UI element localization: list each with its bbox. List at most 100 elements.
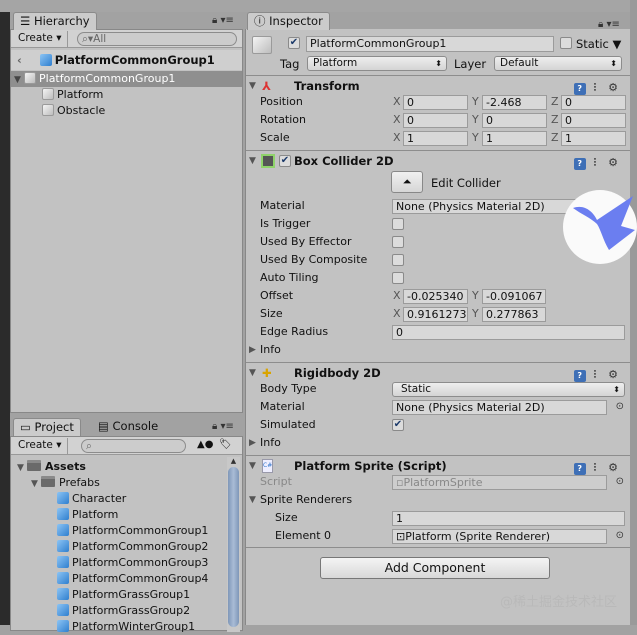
- checkbox[interactable]: [392, 236, 404, 248]
- scrollbar[interactable]: ▲: [227, 457, 240, 632]
- tree-item-prefabs[interactable]: ▼ Prefabs: [11, 475, 242, 491]
- gameobject-icon: [24, 72, 36, 84]
- y-input[interactable]: 1: [482, 131, 547, 146]
- edit-collider-icon: ⏶: [402, 175, 412, 188]
- asset-item[interactable]: Character: [11, 491, 242, 507]
- object-name-input[interactable]: PlatformCommonGroup1: [306, 36, 554, 52]
- script-row: Script ▫PlatformSprite ⊙: [260, 473, 624, 491]
- script-header[interactable]: ▼ C# Platform Sprite (Script) ? ⫶ ⚙: [246, 455, 630, 475]
- component-enabled-checkbox[interactable]: ✔: [279, 155, 291, 167]
- y-input[interactable]: -2.468: [482, 95, 547, 110]
- box-collider-header[interactable]: ▼ ✔ Box Collider 2D ? ⫶ ⚙: [246, 150, 630, 170]
- body-type-dropdown[interactable]: Static ⬍: [392, 382, 625, 397]
- edit-collider-button[interactable]: ⏶: [391, 171, 423, 193]
- x-input[interactable]: 0: [403, 113, 468, 128]
- sprite-renderers-foldout[interactable]: ▼ Sprite Renderers: [246, 491, 630, 509]
- x-input[interactable]: 1: [403, 131, 468, 146]
- filter-label-icon[interactable]: 🏷︎: [219, 439, 232, 450]
- help-icon[interactable]: ?: [573, 158, 586, 170]
- expand-arrow-icon[interactable]: ▼: [14, 72, 24, 88]
- asset-item[interactable]: PlatformCommonGroup4: [11, 571, 242, 587]
- filter-type-icon[interactable]: ▲●: [197, 439, 213, 450]
- simulated-checkbox[interactable]: ✔: [392, 419, 404, 431]
- hierarchy-search-input[interactable]: ⌕▾All: [77, 32, 237, 46]
- create-button[interactable]: Create ▾: [13, 31, 68, 47]
- expand-arrow-icon[interactable]: ▶: [249, 341, 256, 359]
- hierarchy-toolbar: Create ▾ ⌕▾All: [11, 30, 242, 48]
- expand-arrow-icon[interactable]: ▼: [31, 476, 41, 492]
- collapse-arrow-icon[interactable]: ▼: [249, 491, 256, 509]
- asset-item[interactable]: PlatformWinterGroup1: [11, 619, 242, 635]
- back-arrow-icon[interactable]: ‹: [17, 53, 22, 67]
- object-picker-icon[interactable]: ⊙: [616, 398, 624, 416]
- checkbox[interactable]: [392, 218, 404, 230]
- project-search-input[interactable]: ⌕: [81, 439, 186, 453]
- material-field[interactable]: None (Physics Material 2D): [392, 400, 607, 415]
- transform-header[interactable]: ▼ ⅄ Transform ? ⫶ ⚙: [246, 75, 630, 95]
- expand-arrow-icon[interactable]: ▶: [249, 434, 256, 452]
- folder-icon: [41, 476, 55, 487]
- info-icon: ⓘ: [254, 14, 270, 28]
- scroll-up-icon[interactable]: ▲: [227, 457, 240, 465]
- tree-item[interactable]: Obstacle: [11, 103, 242, 119]
- gear-icon[interactable]: ⚙: [608, 156, 622, 169]
- edge-radius-input[interactable]: 0: [392, 325, 625, 340]
- size-y-input[interactable]: 0.277863: [482, 307, 546, 322]
- offset-y-input[interactable]: -0.091067: [482, 289, 546, 304]
- asset-item[interactable]: PlatformGrassGroup2: [11, 603, 242, 619]
- asset-item[interactable]: Platform: [11, 507, 242, 523]
- size-x-input[interactable]: 0.9161273: [403, 307, 468, 322]
- expand-arrow-icon[interactable]: ▼: [17, 460, 27, 476]
- create-button[interactable]: Create ▾: [13, 438, 68, 454]
- asset-item[interactable]: PlatformGrassGroup1: [11, 587, 242, 603]
- material-row: Material None (Physics Material 2D) ⊙: [260, 398, 624, 416]
- tab-hierarchy[interactable]: ☰ Hierarchy: [13, 12, 97, 30]
- preset-icon[interactable]: ⫶: [594, 156, 601, 169]
- asset-item[interactable]: PlatformCommonGroup3: [11, 555, 242, 571]
- dropdown-arrow-icon[interactable]: ▼: [613, 37, 622, 51]
- z-input[interactable]: 0: [561, 113, 626, 128]
- simulated-row: Simulated ✔: [260, 418, 404, 431]
- rigidbody-header[interactable]: ▼ ✚ Rigidbody 2D ? ⫶ ⚙: [246, 362, 630, 382]
- script-field[interactable]: ▫PlatformSprite: [392, 475, 607, 490]
- sprite-renderer-icon: ⊡: [396, 530, 406, 543]
- scrollbar-thumb[interactable]: [228, 467, 239, 627]
- tab-console[interactable]: ▤ Console: [92, 418, 164, 436]
- checkbox[interactable]: [392, 272, 404, 284]
- lock-menu-icon[interactable]: 🔒︎ ▾≡: [212, 15, 234, 26]
- info-foldout[interactable]: ▶ Info: [246, 341, 630, 359]
- add-component-button[interactable]: Add Component: [320, 557, 550, 579]
- z-input[interactable]: 0: [561, 95, 626, 110]
- tab-project[interactable]: ▭ Project: [13, 418, 81, 436]
- info-foldout[interactable]: ▶ Info: [246, 434, 630, 452]
- tab-inspector[interactable]: ⓘ Inspector: [247, 12, 330, 30]
- array-size-input[interactable]: 1: [392, 511, 625, 526]
- dropdown-arrow-icon: ⬍: [610, 59, 617, 68]
- object-picker-icon[interactable]: ⊙: [616, 473, 624, 491]
- gameobject-icon: [42, 88, 54, 100]
- x-input[interactable]: 0: [403, 95, 468, 110]
- inspector-scrollbar[interactable]: [630, 0, 637, 625]
- y-input[interactable]: 0: [482, 113, 547, 128]
- active-checkbox[interactable]: ✔: [288, 37, 300, 49]
- element-0-field[interactable]: ⊡Platform (Sprite Renderer): [392, 529, 607, 544]
- static-checkbox[interactable]: [560, 37, 572, 49]
- z-input[interactable]: 1: [561, 131, 626, 146]
- prefab-mode-header: ‹ PlatformCommonGroup1: [11, 50, 242, 70]
- layer-dropdown[interactable]: Default ⬍: [494, 56, 622, 71]
- lock-menu-icon[interactable]: 🔒︎ ▾≡: [212, 421, 234, 432]
- layer-label: Layer: [454, 57, 487, 71]
- project-toolbar: Create ▾ ⌕ ▲● 🏷︎: [11, 437, 242, 455]
- object-picker-icon[interactable]: ⊙: [616, 527, 624, 545]
- checkbox[interactable]: [392, 254, 404, 266]
- tag-dropdown[interactable]: Platform ⬍: [307, 56, 447, 71]
- collapse-arrow-icon[interactable]: ▼: [249, 151, 256, 171]
- asset-item[interactable]: PlatformCommonGroup1: [11, 523, 242, 539]
- offset-x-input[interactable]: -0.025340: [403, 289, 468, 304]
- tree-item[interactable]: Platform: [11, 87, 242, 103]
- prefab-icon: [57, 540, 69, 552]
- tree-item[interactable]: ▼ PlatformCommonGroup1: [11, 71, 242, 87]
- tree-item-assets[interactable]: ▼ Assets: [11, 459, 242, 475]
- asset-item[interactable]: PlatformCommonGroup2: [11, 539, 242, 555]
- collider-icon: [261, 154, 275, 168]
